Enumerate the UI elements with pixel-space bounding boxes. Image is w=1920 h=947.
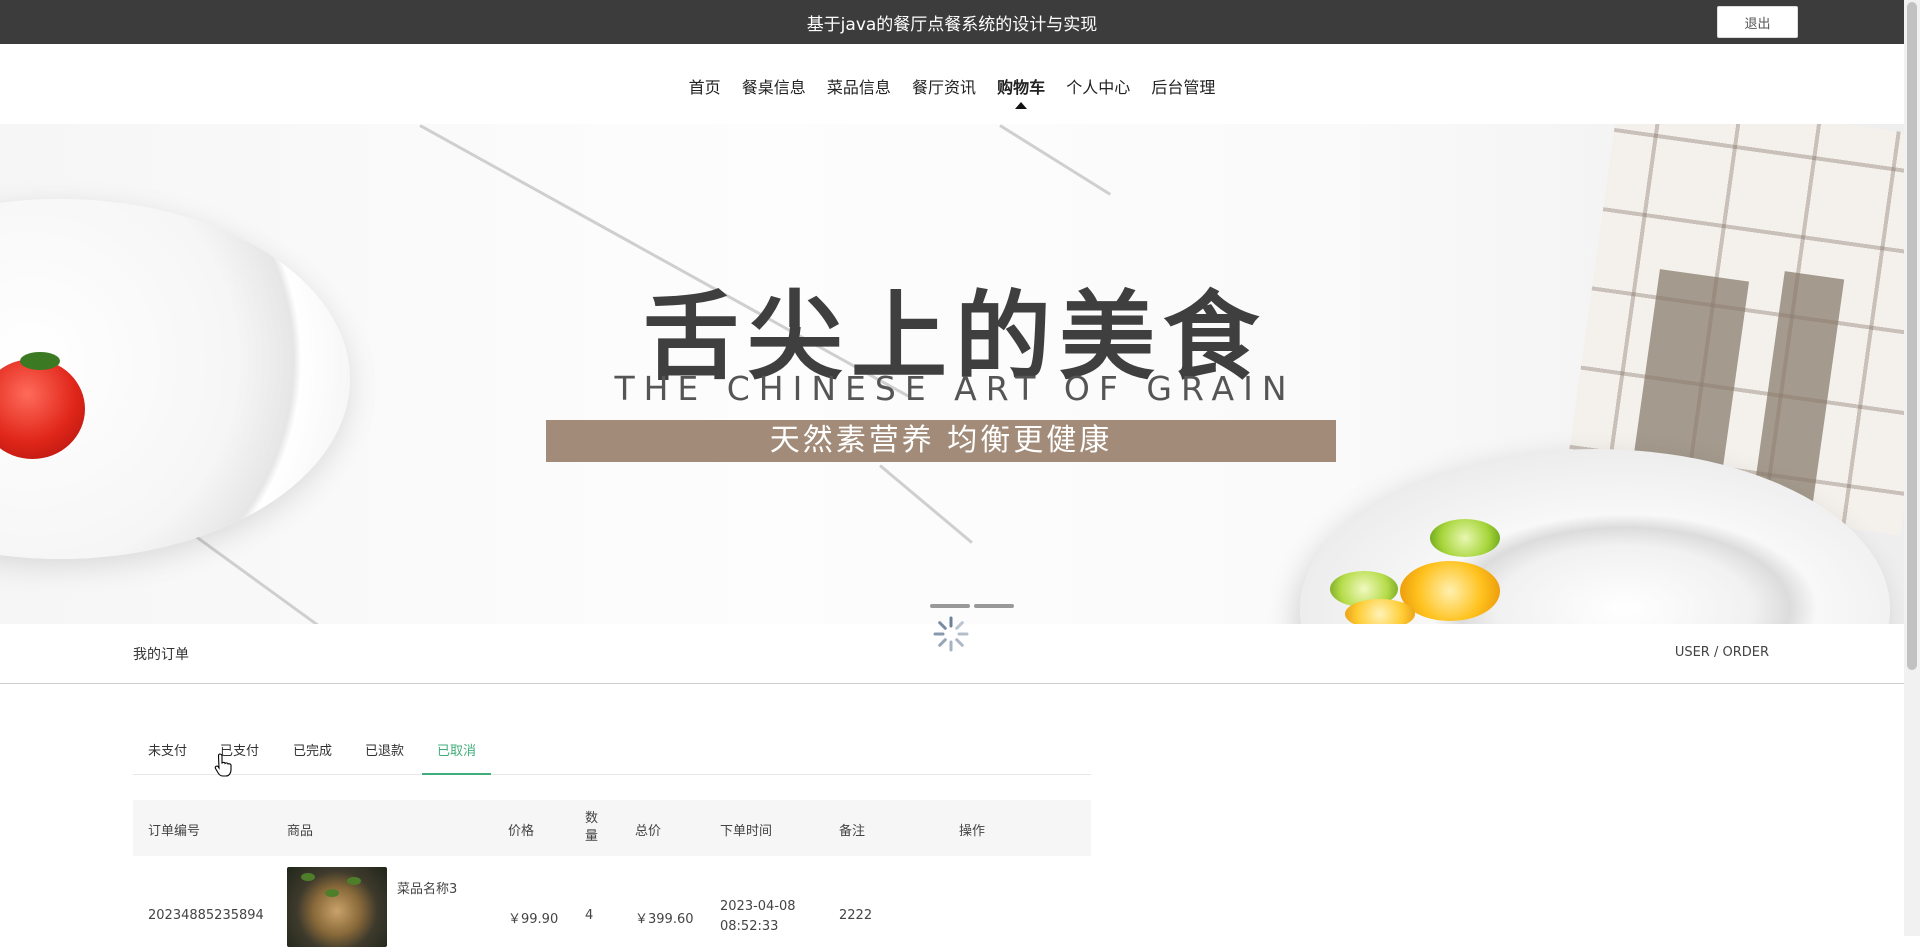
nav-item-cart-label: 购物车: [997, 78, 1046, 97]
tab-refunded[interactable]: 已退款: [350, 737, 419, 775]
site-title: 基于java的餐厅点餐系统的设计与实现: [806, 15, 1098, 35]
nav-item-profile[interactable]: 个人中心: [1066, 74, 1130, 98]
orange-slice-image: [1400, 561, 1500, 621]
column-header-actions: 操作: [959, 824, 986, 839]
carousel-indicators: [930, 593, 1018, 612]
banner-subline: THE CHINESE ART OF GRAIN: [614, 369, 1296, 408]
carousel-dot[interactable]: [930, 604, 970, 608]
order-date: 2023-04-08: [720, 899, 796, 914]
main-nav: 首页 餐桌信息 菜品信息 餐厅资讯 购物车 个人中心 后台管理: [0, 44, 1904, 124]
active-caret-icon: [1015, 102, 1028, 109]
order-table-header: 订单编号 商品 价格 数量 总价 下单时间 备注 操作: [133, 800, 1091, 856]
column-header-order-no: 订单编号: [148, 824, 201, 839]
banner-diagonal-line: [999, 124, 1112, 196]
order-note: 2222: [839, 908, 873, 923]
logout-button[interactable]: 退出: [1717, 6, 1798, 38]
quantity: 4: [585, 908, 594, 923]
column-header-quantity: 数量: [585, 811, 599, 844]
column-header-order-time: 下单时间: [720, 824, 773, 839]
order-number: 20234885235894: [148, 908, 264, 923]
column-header-total: 总价: [635, 824, 662, 839]
nav-item-tables[interactable]: 餐桌信息: [742, 74, 806, 98]
column-header-note: 备注: [839, 824, 866, 839]
banner-carousel[interactable]: 舌尖上的美食 THE CHINESE ART OF GRAIN 天然素营养 均衡…: [0, 124, 1904, 624]
nav-item-admin[interactable]: 后台管理: [1151, 74, 1215, 98]
total-price: ￥399.60: [635, 912, 694, 927]
unit-price: ￥99.90: [508, 912, 559, 927]
tab-unpaid[interactable]: 未支付: [133, 737, 202, 775]
carousel-dot[interactable]: [974, 604, 1014, 608]
product-name[interactable]: 菜品名称3: [397, 878, 457, 897]
order-time: 08:52:33: [720, 919, 779, 934]
nav-item-cart[interactable]: 购物车: [997, 74, 1046, 109]
nav-item-home[interactable]: 首页: [689, 74, 721, 98]
dish-garnish: [347, 877, 361, 885]
column-header-price: 价格: [508, 824, 535, 839]
tomato-leaf-image: [20, 352, 60, 370]
top-bar: 基于java的餐厅点餐系统的设计与实现 退出: [0, 0, 1904, 44]
section-header: 我的订单 USER / ORDER: [0, 624, 1904, 684]
page-scrollbar[interactable]: [1904, 0, 1920, 936]
dish-garnish: [301, 873, 315, 881]
scrollbar-thumb[interactable]: [1907, 2, 1917, 670]
tab-cancelled[interactable]: 已取消: [422, 737, 492, 775]
dish-garnish: [325, 889, 339, 897]
hand-pointer-cursor-icon: [214, 753, 232, 777]
table-row: 20234885235894 菜品名称3 ￥99.90 4 ￥399.60 20…: [133, 856, 1091, 947]
dish-thumbnail-image[interactable]: [287, 867, 387, 947]
column-header-product: 商品: [287, 824, 314, 839]
section-title: 我的订单: [133, 647, 189, 663]
banner-diagonal-line: [879, 464, 973, 544]
nav-item-news[interactable]: 餐厅资讯: [912, 74, 976, 98]
orange-slice-image: [1345, 599, 1415, 624]
breadcrumb: USER / ORDER: [1674, 645, 1769, 660]
banner-ribbon: 天然素营养 均衡更健康: [546, 420, 1336, 462]
nav-item-dishes[interactable]: 菜品信息: [827, 74, 891, 98]
tab-completed[interactable]: 已完成: [278, 737, 347, 775]
lime-slice-image: [1430, 519, 1500, 557]
order-status-tabs: 未支付 已支付 已完成 已退款 已取消: [133, 737, 1091, 775]
